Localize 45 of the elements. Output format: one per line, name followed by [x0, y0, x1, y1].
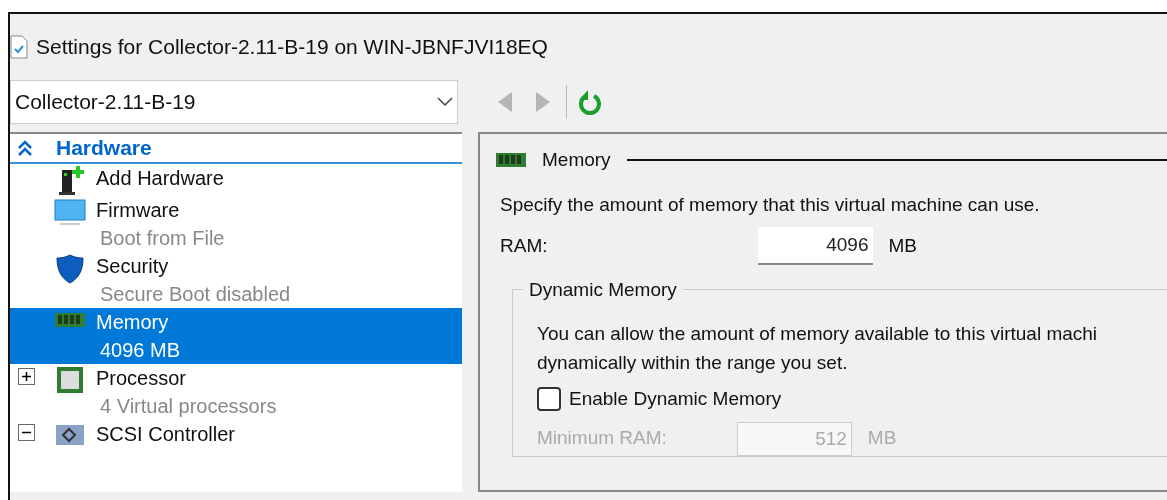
section-title: Memory	[542, 148, 611, 172]
item-detail: 4 Virtual processors	[99, 394, 277, 419]
tree-item[interactable]: Memory 4096 MB	[10, 308, 462, 364]
item-label: Memory	[96, 310, 170, 335]
tree-item[interactable]: SCSI Controller	[10, 420, 462, 448]
forward-arrow-icon	[536, 92, 550, 112]
monitor-icon	[54, 198, 86, 226]
ram-input[interactable]: 4096	[757, 227, 873, 265]
add-hardware-icon	[56, 166, 84, 196]
collapse-icon	[18, 140, 32, 156]
checkbox-label: Enable Dynamic Memory	[569, 387, 782, 411]
window-title: Settings for Collector-2.11-B-19 on WIN-JBNFJVI18EQ	[36, 34, 548, 61]
vm-dropdown[interactable]: Collector-2.11-B-19	[10, 80, 458, 124]
description-text: You can allow the amount of memory available to this virtual machi	[537, 322, 1099, 346]
tree-item[interactable]: Security Secure Boot disabled	[10, 252, 462, 308]
unit-label: MB	[888, 233, 917, 258]
section-title: Hardware	[56, 135, 152, 162]
item-detail: 4096 MB	[99, 338, 181, 363]
field-label: RAM:	[500, 233, 548, 258]
field-label: Minimum RAM:	[537, 426, 667, 451]
item-detail: Secure Boot disabled	[99, 282, 291, 307]
back-arrow-icon	[498, 92, 512, 112]
checkbox[interactable]	[537, 387, 561, 412]
processor-icon	[56, 366, 84, 394]
expand-box-icon[interactable]	[18, 368, 35, 385]
tree-item[interactable]: Add Hardware	[10, 164, 462, 196]
refresh-icon	[578, 89, 602, 115]
item-label: SCSI Controller	[96, 422, 235, 447]
unit-label: MB	[867, 426, 897, 451]
tree-item[interactable]: Processor 4 Virtual processors	[10, 364, 462, 420]
item-label: Security	[96, 254, 170, 279]
controller-icon	[55, 422, 85, 448]
description-text: Specify the amount of memory that this virtual machine can use.	[499, 192, 1041, 217]
chevron-down-icon	[437, 97, 453, 107]
item-detail: Boot from File	[99, 226, 225, 251]
description-text: dynamically within the range you set.	[537, 350, 849, 375]
item-label: Firmware	[96, 198, 181, 223]
section-header[interactable]: Hardware	[10, 134, 462, 164]
memory-icon	[55, 310, 85, 330]
tree-item[interactable]: Firmware Boot from File	[10, 196, 462, 252]
collapse-box-icon[interactable]	[18, 424, 35, 441]
item-label: Processor	[96, 366, 188, 391]
shield-icon	[55, 254, 85, 284]
item-label: Add Hardware	[96, 166, 224, 191]
document-icon	[10, 35, 28, 59]
